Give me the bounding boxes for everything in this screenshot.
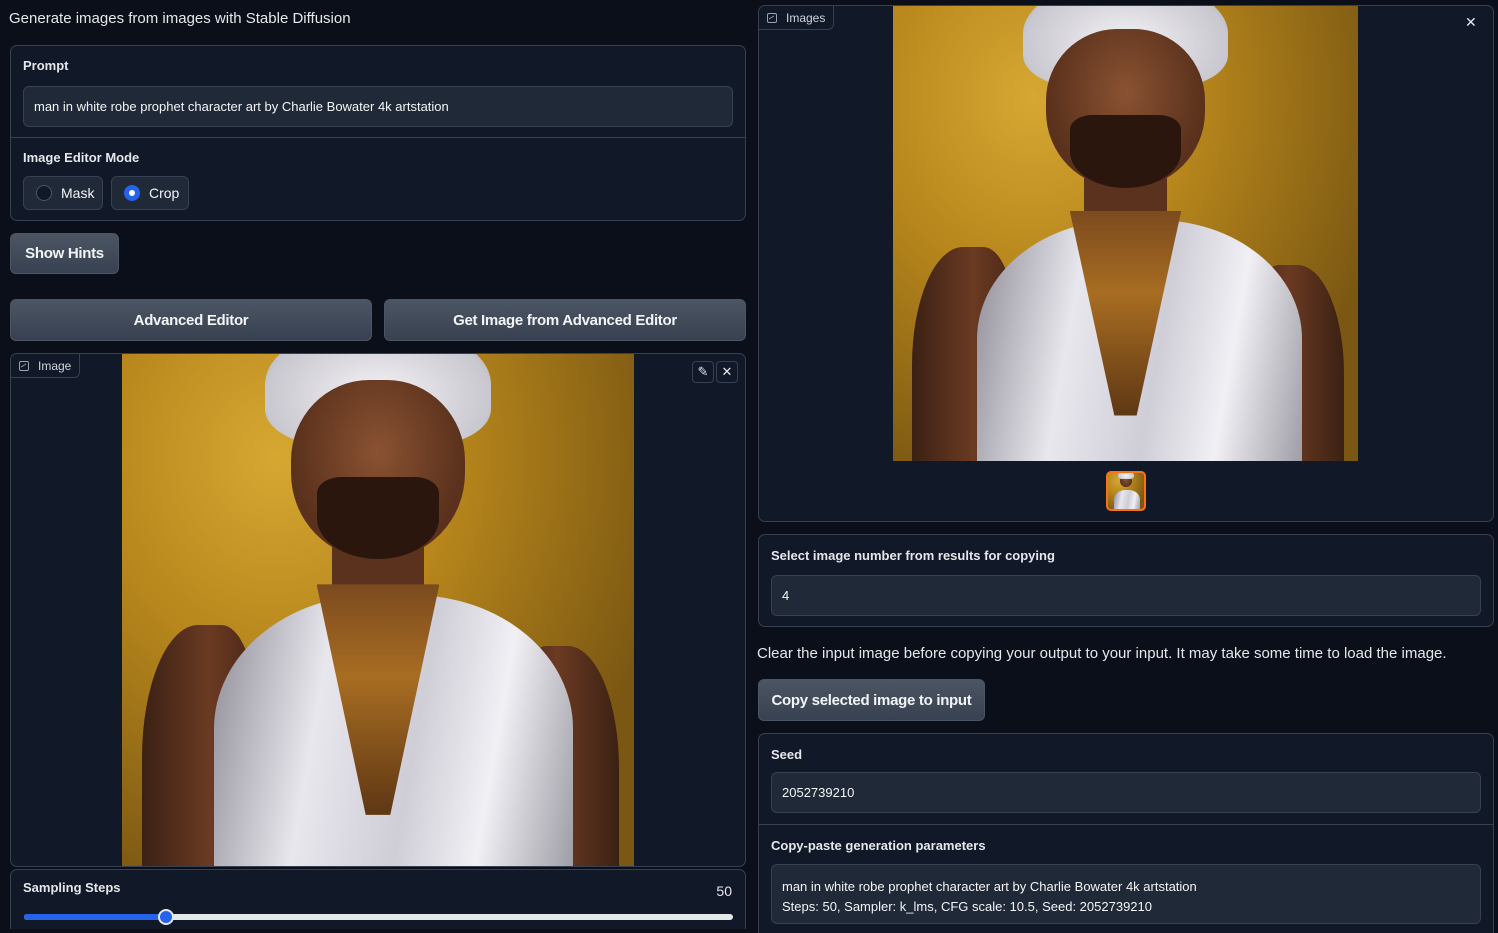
seed-panel: Seed 2052739210 Copy-paste generation pa…: [758, 733, 1494, 933]
divider: [11, 137, 745, 138]
divider: [759, 824, 1493, 825]
select-image-label: Select image number from results for cop…: [771, 548, 1055, 563]
seed-input[interactable]: 2052739210: [771, 772, 1481, 813]
prompt-panel: Prompt man in white robe prophet charact…: [10, 45, 746, 221]
gallery-panel: Images ✕: [758, 5, 1494, 522]
sampling-value[interactable]: 50: [716, 883, 732, 899]
prompt-text: man in white robe prophet character art …: [34, 99, 449, 114]
radio-mask[interactable]: Mask: [23, 176, 103, 210]
images-tag-label: Images: [786, 10, 826, 25]
sampling-slider[interactable]: [24, 909, 733, 925]
image-icon: [19, 360, 29, 371]
image-tag-label: Image: [38, 358, 72, 373]
close-icon[interactable]: ✕: [1465, 14, 1477, 31]
image-input-panel: Image ✎ ✕: [10, 353, 746, 867]
input-image[interactable]: [122, 354, 634, 866]
page-title: Generate images from images with Stable …: [9, 10, 351, 27]
sampling-panel: Sampling Steps 50: [10, 869, 746, 929]
gallery-portrait-beard: [1069, 115, 1182, 188]
gallery-thumbnail[interactable]: [1106, 471, 1146, 511]
seed-label: Seed: [771, 747, 803, 762]
select-image-input[interactable]: 4: [771, 575, 1481, 616]
select-image-panel: Select image number from results for cop…: [758, 534, 1494, 627]
radio-crop[interactable]: Crop: [111, 176, 189, 210]
radio-crop-label: Crop: [149, 185, 180, 201]
thumb-turban: [1118, 473, 1134, 480]
params-label: Copy-paste generation parameters: [771, 838, 986, 853]
radio-mask-label: Mask: [61, 185, 95, 201]
thumb-robe: [1114, 489, 1140, 509]
image-icon: [767, 12, 777, 23]
copy-note: Clear the input image before copying you…: [757, 645, 1447, 662]
params-line-1: man in white robe prophet character art …: [782, 879, 1197, 894]
image-tag: Image: [11, 354, 81, 378]
params-line-2: Steps: 50, Sampler: k_lms, CFG scale: 10…: [782, 899, 1152, 914]
sampling-label: Sampling Steps: [23, 880, 121, 895]
copy-selected-button[interactable]: Copy selected image to input: [758, 679, 985, 721]
params-textarea[interactable]: man in white robe prophet character art …: [771, 864, 1481, 924]
editor-mode-label: Image Editor Mode: [23, 150, 140, 165]
get-image-button[interactable]: Get Image from Advanced Editor: [384, 299, 746, 341]
prompt-input[interactable]: man in white robe prophet character art …: [23, 86, 733, 127]
pencil-icon[interactable]: ✎: [692, 361, 714, 383]
show-hints-button[interactable]: Show Hints: [10, 233, 119, 274]
advanced-editor-button[interactable]: Advanced Editor: [10, 299, 372, 341]
radio-crop-indicator: [124, 185, 140, 201]
close-icon[interactable]: ✕: [716, 361, 738, 383]
sampling-slider-thumb[interactable]: [157, 909, 174, 925]
images-tag: Images: [759, 6, 835, 30]
radio-mask-indicator: [36, 185, 52, 201]
portrait-beard: [316, 476, 440, 559]
prompt-label: Prompt: [23, 58, 69, 73]
sampling-slider-fill: [24, 914, 166, 920]
gallery-image[interactable]: [893, 6, 1358, 461]
